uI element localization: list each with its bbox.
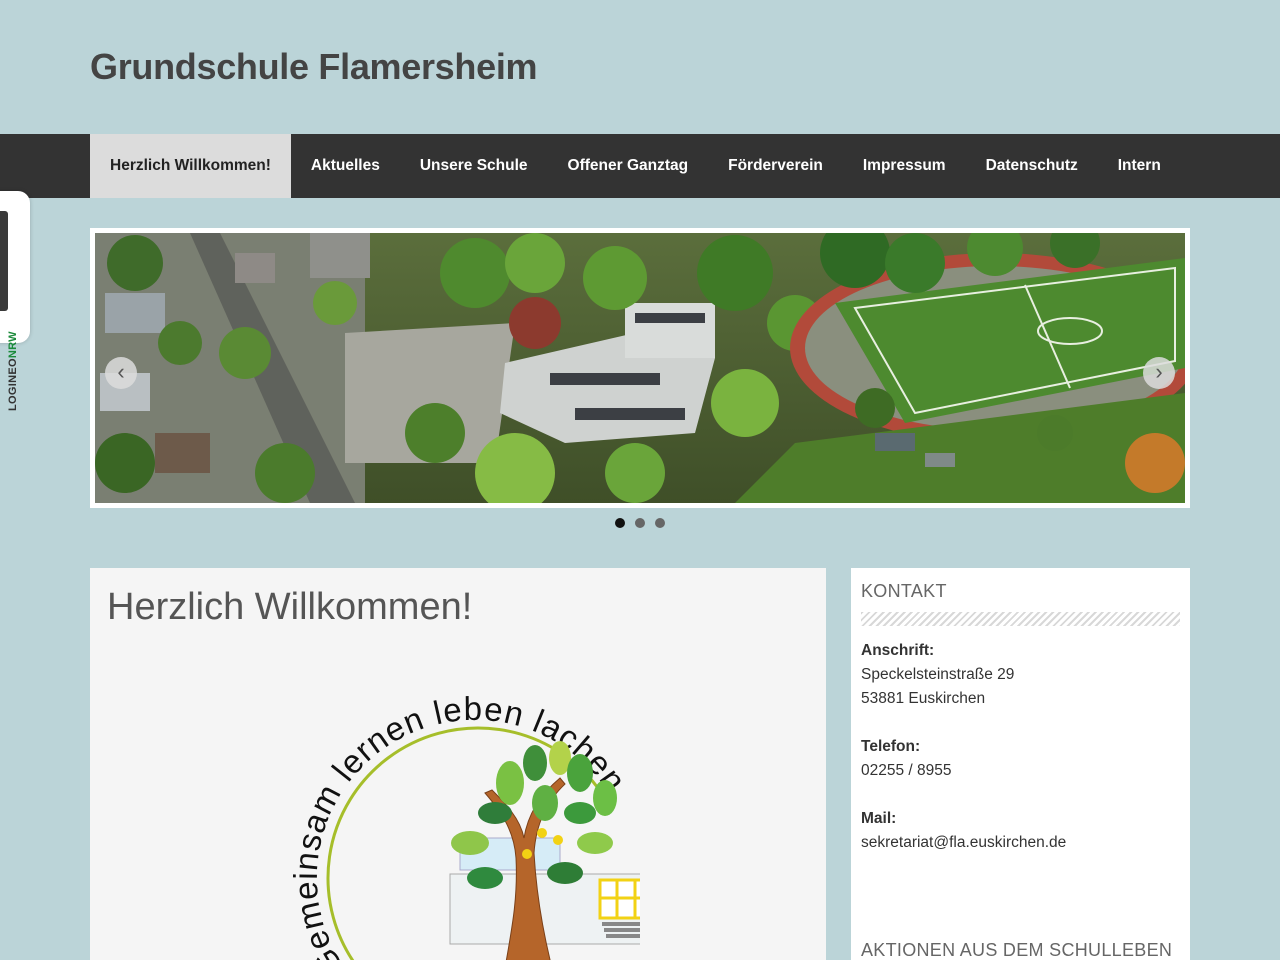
mail-label: Mail:	[861, 810, 897, 827]
nav-item-aktuelles[interactable]: Aktuelles	[291, 134, 400, 198]
slider-next-button[interactable]: ›	[1143, 357, 1175, 389]
slide-image-aerial-school: ‹ ›	[95, 233, 1185, 503]
phone-label: Telefon:	[861, 738, 921, 755]
school-logo-graphic: Gemeinsam lernen leben lachen	[287, 690, 708, 960]
nav-item-impressum[interactable]: Impressum	[843, 134, 966, 198]
mail-address[interactable]: sekretariat@fla.euskirchen.de	[861, 834, 1066, 852]
page-title: Herzlich Willkommen!	[107, 586, 473, 628]
chevron-right-icon: ›	[1155, 359, 1163, 384]
nav-item-intern[interactable]: Intern	[1098, 134, 1181, 198]
phone-number: 02255 / 8955	[861, 762, 952, 779]
nav-item-herzlich-willkommen[interactable]: Herzlich Willkommen!	[90, 134, 291, 198]
slider-prev-button[interactable]: ‹	[105, 357, 137, 389]
nav-item-datenschutz[interactable]: Datenschutz	[966, 134, 1098, 198]
nav-item-foerderverein[interactable]: Förderverein	[708, 134, 843, 198]
address-city: 53881 Euskirchen	[861, 690, 986, 707]
logineo-tab-strip	[0, 211, 8, 311]
slider-dot-2[interactable]	[635, 518, 645, 528]
nav-item-unsere-schule[interactable]: Unsere Schule	[400, 134, 548, 198]
slider-dot-3[interactable]	[655, 518, 665, 528]
slider-dot-1[interactable]	[615, 518, 625, 528]
site-header: Grundschule Flamersheim	[90, 46, 538, 88]
main-content: Herzlich Willkommen! Gemeinsam lernen le…	[90, 568, 826, 960]
site-title[interactable]: Grundschule Flamersheim	[90, 46, 538, 88]
sidebar: KONTAKT Anschrift: Speckelsteinstraße 29…	[851, 568, 1190, 960]
logineo-label: LOGINEONRW	[7, 331, 19, 411]
widget-title-divider	[861, 612, 1180, 626]
address-label: Anschrift:	[861, 642, 935, 659]
logineo-prefix: LOGINEO	[7, 358, 19, 411]
logineo-side-tab[interactable]: LOGINEONRW	[0, 191, 30, 411]
slider-pagination	[0, 518, 1280, 528]
widget-title-aktionen: AKTIONEN AUS DEM SCHULLEBEN	[861, 940, 1173, 960]
address-street: Speckelsteinstraße 29	[861, 666, 1015, 683]
widget-title-kontakt: KONTAKT	[861, 581, 947, 601]
main-navigation: Herzlich Willkommen! Aktuelles Unsere Sc…	[0, 134, 1280, 198]
logineo-suffix: NRW	[7, 331, 19, 359]
chevron-left-icon: ‹	[117, 359, 125, 384]
school-logo: Gemeinsam lernen leben lachen	[280, 668, 708, 960]
image-slider: ‹ ›	[90, 228, 1190, 508]
nav-item-offener-ganztag[interactable]: Offener Ganztag	[548, 134, 709, 198]
nav-menu: Herzlich Willkommen! Aktuelles Unsere Sc…	[90, 134, 1181, 198]
aerial-photo	[95, 233, 1185, 503]
